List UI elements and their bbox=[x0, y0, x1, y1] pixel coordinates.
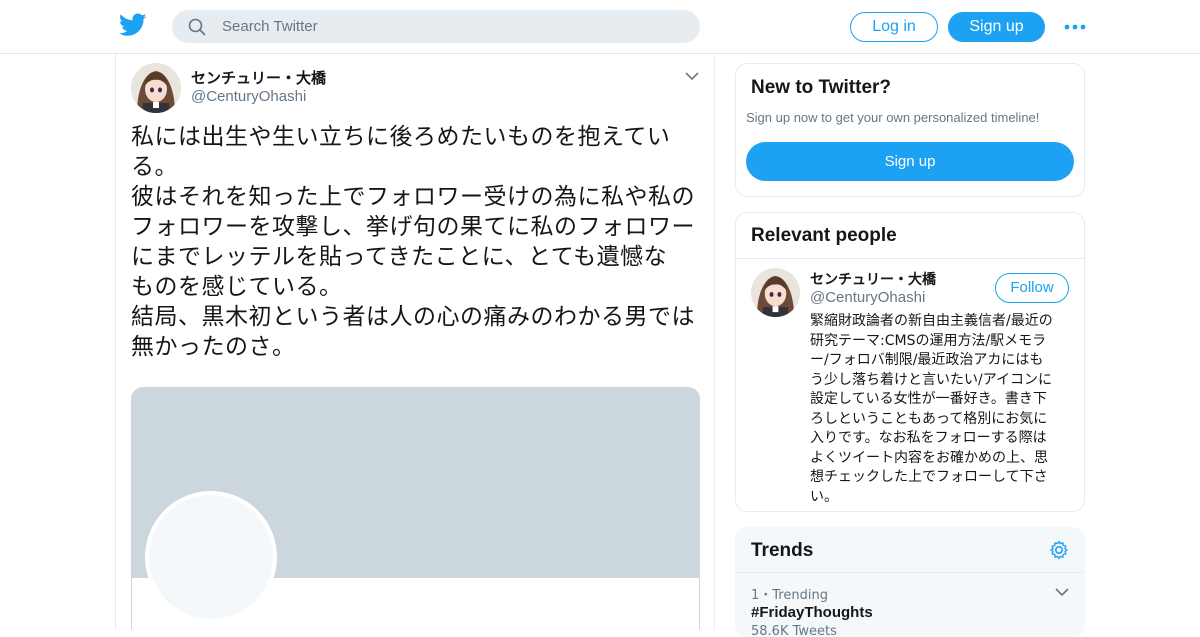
card-avatar-placeholder bbox=[145, 491, 277, 623]
more-dots-icon[interactable] bbox=[1063, 20, 1087, 34]
bio-line: ー/フォロバ制限/最近政治アカにはも bbox=[810, 352, 1044, 368]
trend-rank-label: 1・Trending bbox=[751, 588, 828, 603]
trend-tweet-count: 58.6K Tweets bbox=[751, 624, 837, 637]
tweet-text-line: にまでレッテルを貼ってきたことに、とても遺憾な bbox=[131, 244, 668, 270]
tweet-text-line: フォロワーを攻撃し、挙げ句の果てに私のフォロワー bbox=[131, 214, 695, 240]
tweet-author-handle[interactable]: @CenturyOhashi bbox=[191, 88, 306, 105]
chevron-down-icon[interactable] bbox=[685, 71, 699, 81]
top-navigation-bar: Log in Sign up bbox=[0, 0, 1200, 54]
relevant-user-avatar[interactable] bbox=[751, 268, 800, 317]
bio-line: い。 bbox=[810, 488, 838, 505]
tweet-panel: センチュリー・大橋 @CenturyOhashi 私には出生や生い立ちに後ろめた… bbox=[115, 54, 715, 630]
search-box[interactable] bbox=[172, 10, 700, 43]
tweet-text-line: 彼はそれを知った上でフォロワー受けの為に私や私の bbox=[131, 184, 695, 210]
gear-icon[interactable] bbox=[1049, 540, 1069, 560]
bio-line: 想チェックした上でフォローして下さ bbox=[810, 469, 1048, 485]
sign-up-button[interactable]: Sign up bbox=[948, 12, 1045, 42]
chevron-down-icon[interactable] bbox=[1055, 587, 1069, 597]
twitter-bird-icon[interactable] bbox=[119, 13, 147, 37]
module-title: Trends bbox=[751, 540, 814, 561]
module-header: Trends bbox=[735, 527, 1085, 573]
bio-line: う少し落ち着けと言いたい/アイコンに bbox=[810, 371, 1053, 388]
module-sign-up-button[interactable]: Sign up bbox=[746, 142, 1074, 181]
bio-line: 入りです。なお私をフォローする際は bbox=[810, 430, 1047, 446]
new-to-twitter-module: New to Twitter? Sign up now to get your … bbox=[735, 63, 1085, 197]
relevant-user-name[interactable]: センチュリー・大橋 bbox=[810, 269, 936, 289]
tweet-text-line: 無かったのさ。 bbox=[131, 334, 296, 360]
module-header: Relevant people bbox=[736, 213, 1084, 259]
search-input[interactable] bbox=[222, 10, 682, 43]
search-icon bbox=[188, 18, 206, 36]
relevant-user-handle[interactable]: @CenturyOhashi bbox=[810, 289, 925, 306]
quoted-profile-card[interactable] bbox=[131, 387, 700, 630]
tweet-author-name[interactable]: センチュリー・大橋 bbox=[191, 67, 326, 88]
tweet-text-line: ものを感じている。 bbox=[131, 274, 343, 300]
log-in-button[interactable]: Log in bbox=[850, 12, 938, 42]
module-title: New to Twitter? bbox=[751, 77, 892, 98]
relevant-people-module: Relevant people センチュリー・大橋 @CenturyOhashi… bbox=[735, 212, 1085, 512]
tweet-text-line: 私には出生や生い立ちに後ろめたいものを抱えてい bbox=[131, 124, 671, 150]
trends-module: Trends 1・Trending #FridayThoughts 58.6K … bbox=[735, 527, 1085, 637]
relevant-user-bio: 緊縮財政論者の新自由主義信者/最近の 研究テーマ:CMSの運用方法/駅メモラ ー… bbox=[810, 312, 1074, 507]
trend-name-link[interactable]: #FridayThoughts bbox=[751, 604, 873, 621]
tweet-text-line: る。 bbox=[131, 154, 178, 180]
module-subtitle: Sign up now to get your own personalized… bbox=[746, 110, 1040, 125]
tweet-text-line: 結局、黒木初という者は人の心の痛みのわかる男では bbox=[131, 304, 695, 330]
follow-button[interactable]: Follow bbox=[995, 273, 1069, 303]
bio-line: 緊縮財政論者の新自由主義信者/最近の bbox=[810, 313, 1053, 329]
bio-line: よくツイート内容をお確かめの上、思 bbox=[810, 449, 1048, 466]
module-title: Relevant people bbox=[751, 225, 897, 246]
tweet-text: 私には出生や生い立ちに後ろめたいものを抱えてい る。 彼はそれを知った上でフォロ… bbox=[131, 122, 706, 362]
bio-line: ろしということもあって格別にお気に bbox=[810, 410, 1048, 427]
bio-line: 設定している女性が一番好き。書き下 bbox=[810, 391, 1047, 407]
bio-line: 研究テーマ:CMSの運用方法/駅メモラ bbox=[810, 332, 1047, 349]
author-avatar[interactable] bbox=[131, 63, 181, 113]
